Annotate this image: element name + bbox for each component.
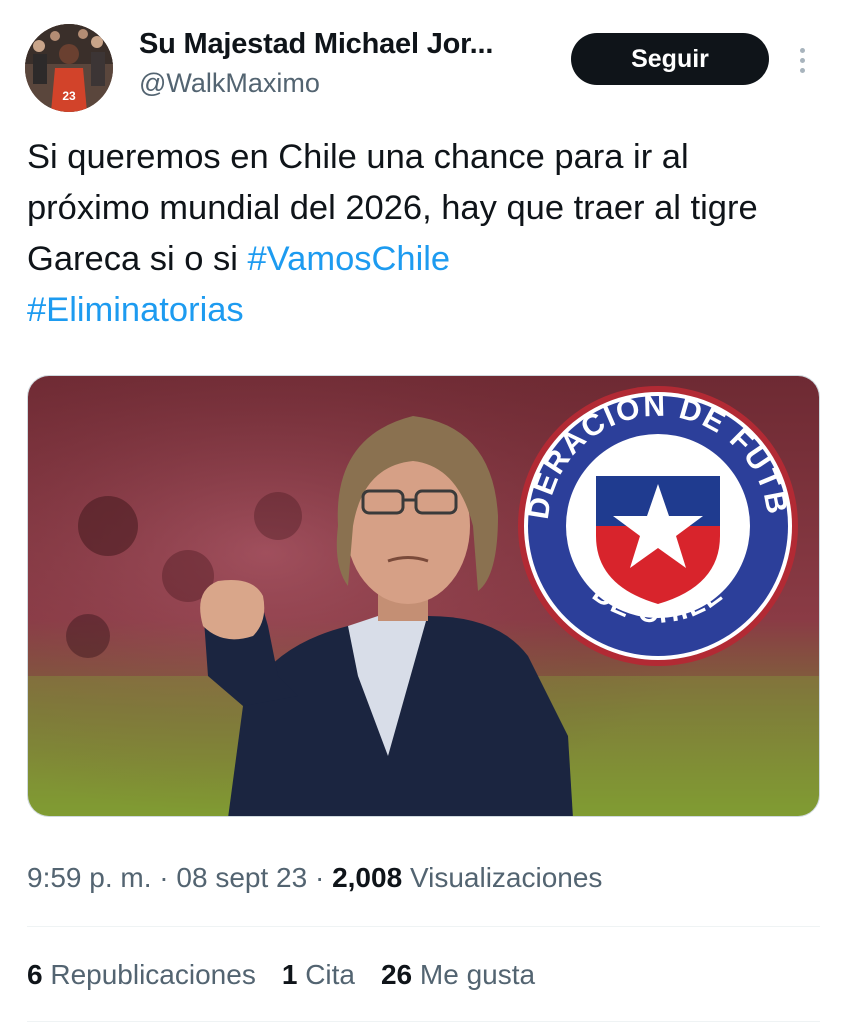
author-display-name[interactable]: Su Majestad Michael Jor...: [139, 28, 493, 61]
author-avatar[interactable]: 23: [25, 24, 113, 112]
tweet-date[interactable]: 08 sept 23: [176, 862, 307, 893]
quotes-count: 1: [281, 959, 298, 990]
reposts-stat[interactable]: 6 Republicaciones: [27, 959, 256, 991]
tweet-text: Si queremos en Chile una chance para ir …: [27, 132, 817, 336]
tweet-image[interactable]: FEDERACION DE FUTBOL DE CHILE: [27, 375, 820, 817]
hashtag-vamoschile[interactable]: #VamosChile: [248, 240, 451, 278]
tweet-meta: 9:59 p. m. · 08 sept 23 · 2,008 Visualiz…: [27, 862, 602, 894]
divider: [27, 1021, 820, 1022]
tweet-time[interactable]: 9:59 p. m.: [27, 862, 152, 893]
tweet-card: 23 Su Majestad Michael Jor... @WalkMaxim…: [0, 0, 847, 1024]
reposts-label: Republicaciones: [50, 959, 256, 990]
engagement-stats: 6 Republicaciones 1 Cita 26 Me gusta: [27, 959, 535, 991]
likes-label: Me gusta: [419, 959, 536, 990]
likes-stat[interactable]: 26 Me gusta: [381, 959, 535, 991]
likes-count: 26: [380, 959, 413, 990]
meta-separator: ·: [314, 862, 325, 893]
views-label: Visualizaciones: [409, 862, 603, 893]
hashtag-eliminatorias[interactable]: #Eliminatorias: [27, 291, 244, 329]
reposts-count: 6: [27, 959, 43, 990]
follow-button[interactable]: Seguir: [571, 33, 769, 85]
quotes-label: Cita: [305, 959, 355, 990]
quotes-stat[interactable]: 1 Cita: [282, 959, 355, 991]
author-handle[interactable]: @WalkMaximo: [139, 68, 320, 99]
jersey-number: 23: [62, 89, 76, 103]
more-options-icon[interactable]: [790, 40, 814, 80]
meta-separator: ·: [159, 862, 169, 893]
divider: [27, 926, 820, 927]
views-count: 2,008: [332, 862, 403, 893]
